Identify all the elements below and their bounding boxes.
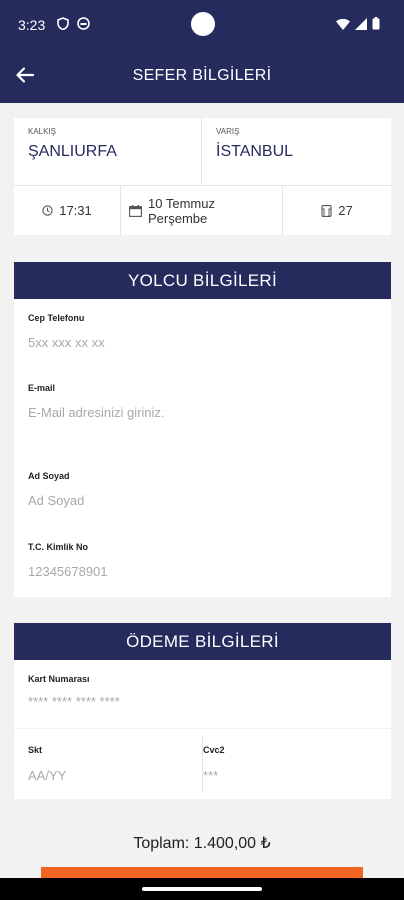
- app-bar: SEFER BİLGİLERİ: [0, 50, 404, 103]
- email-label: E-mail: [28, 383, 56, 393]
- arrival-cell: VARIŞ İSTANBUL: [202, 118, 391, 186]
- card-number-input[interactable]: [28, 690, 373, 712]
- payment-section-header: ÖDEME BİLGİLERİ: [14, 623, 391, 660]
- departure-label: KALKIŞ: [28, 127, 57, 136]
- email-input[interactable]: [28, 401, 373, 423]
- cvc-label: Cvc2: [203, 745, 225, 755]
- calendar-icon: [129, 204, 142, 217]
- departure-city: ŞANLIURFA: [28, 143, 117, 160]
- travel-date-day: 10 Temmuz: [148, 195, 215, 211]
- gesture-nav-bar: [0, 878, 404, 900]
- seat-icon: [321, 204, 332, 217]
- notification-icon: [77, 17, 90, 30]
- battery-icon: [372, 17, 380, 30]
- expiry-input[interactable]: [28, 764, 188, 786]
- card-number-block: Kart Numarası: [14, 660, 391, 728]
- card-details-block: Skt Cvc2: [14, 729, 391, 799]
- name-label: Ad Soyad: [28, 471, 70, 481]
- seat-number: 27: [338, 203, 353, 218]
- name-input[interactable]: [28, 489, 373, 511]
- clock-icon: [42, 205, 53, 216]
- signal-icon: [355, 17, 367, 30]
- arrival-label: VARIŞ: [216, 127, 240, 136]
- arrival-city: İSTANBUL: [216, 143, 294, 160]
- total-amount: Toplam: 1.400,00 ₺: [133, 835, 271, 852]
- departure-time: 17:31: [59, 203, 92, 218]
- shield-icon: [57, 17, 69, 30]
- wifi-icon: [336, 18, 350, 30]
- expiry-label: Skt: [28, 745, 43, 755]
- tc-id-input[interactable]: [28, 560, 373, 582]
- seat-cell: 27: [283, 186, 391, 235]
- status-bar: 3:23: [0, 0, 404, 50]
- tc-id-label: T.C. Kimlik No: [28, 542, 89, 552]
- departure-cell: KALKIŞ ŞANLIURFA: [14, 118, 202, 186]
- status-time: 3:23: [18, 17, 46, 33]
- camera-cutout: [191, 12, 215, 36]
- phone-label: Cep Telefonu: [28, 313, 85, 323]
- phone-input[interactable]: [28, 331, 373, 353]
- travel-date-weekday: Perşembe: [148, 210, 208, 226]
- trip-summary-card: KALKIŞ ŞANLIURFA VARIŞ İSTANBUL 17:31 10…: [14, 118, 391, 235]
- passenger-section-header: YOLCU BİLGİLERİ: [14, 262, 391, 299]
- cvc-input[interactable]: [203, 764, 373, 786]
- departure-time-cell: 17:31: [14, 186, 121, 235]
- passenger-form: Cep Telefonu E-mail Ad Soyad T.C. Kimlik…: [14, 299, 391, 597]
- page-title: SEFER BİLGİLERİ: [132, 67, 272, 84]
- travel-date-cell: 10 Temmuz Perşembe: [121, 186, 283, 235]
- home-gesture-handle[interactable]: [142, 887, 262, 891]
- card-number-label: Kart Numarası: [28, 674, 90, 684]
